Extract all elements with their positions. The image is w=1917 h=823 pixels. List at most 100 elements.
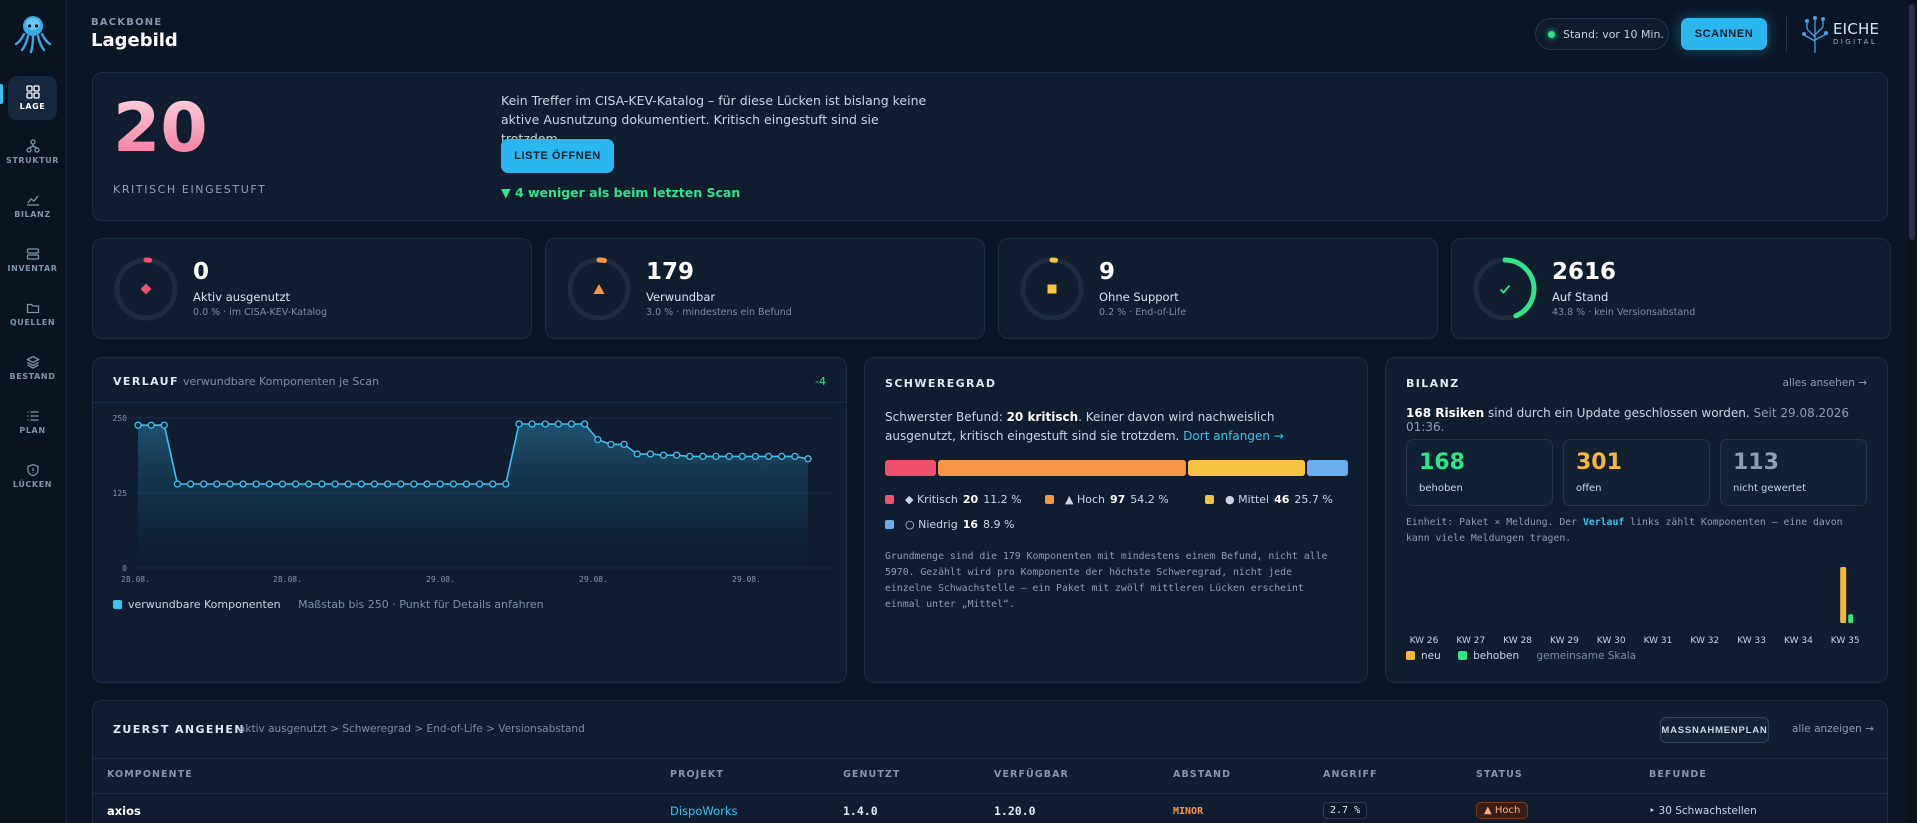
data-point[interactable] xyxy=(489,480,497,488)
sidebar-item-plan[interactable]: PLAN xyxy=(8,400,57,444)
data-point[interactable] xyxy=(804,455,812,463)
data-point[interactable] xyxy=(160,421,168,429)
col-header[interactable]: PROJEKT xyxy=(670,769,724,780)
sidebar-item-quellen[interactable]: QUELLEN xyxy=(8,292,57,336)
bar-fixed[interactable] xyxy=(1848,614,1854,623)
data-point[interactable] xyxy=(397,480,405,488)
data-point[interactable] xyxy=(778,452,786,461)
data-point[interactable] xyxy=(764,452,773,461)
data-point[interactable] xyxy=(672,451,681,459)
data-point[interactable] xyxy=(134,421,142,429)
sidebar-item-lage[interactable]: LAGE xyxy=(8,76,57,120)
box-fixed[interactable]: 168 behoben xyxy=(1406,439,1553,506)
data-point[interactable] xyxy=(213,480,221,488)
data-point[interactable] xyxy=(594,435,602,444)
data-point[interactable] xyxy=(410,480,418,488)
data-point[interactable] xyxy=(633,450,641,458)
data-point[interactable] xyxy=(738,452,746,461)
data-point[interactable] xyxy=(528,420,536,428)
data-point[interactable] xyxy=(567,420,576,428)
bar-new[interactable] xyxy=(1840,567,1847,623)
data-point[interactable] xyxy=(686,452,694,461)
show-all-link[interactable]: alle anzeigen → xyxy=(1792,723,1874,735)
box-unrated[interactable]: 113 nicht gewertet xyxy=(1720,439,1867,506)
data-point[interactable] xyxy=(554,420,563,428)
data-point[interactable] xyxy=(239,480,247,488)
data-point[interactable] xyxy=(436,480,444,488)
data-point[interactable] xyxy=(186,480,195,488)
data-point[interactable] xyxy=(423,480,431,488)
stat-card-eol[interactable]: 9 Ohne Support 0.2 % · End-of-Life xyxy=(998,238,1438,339)
data-point[interactable] xyxy=(712,452,720,461)
cell-komponente[interactable]: axios xyxy=(107,804,141,818)
data-point[interactable] xyxy=(541,420,549,428)
data-point[interactable] xyxy=(515,420,523,428)
severity-segment[interactable] xyxy=(1307,460,1348,476)
data-point[interactable] xyxy=(318,480,326,488)
severity-segment[interactable] xyxy=(885,460,937,476)
cell-befunde[interactable]: ‣ 30 Schwachstellen xyxy=(1649,805,1757,817)
start-here-link[interactable]: Dort anfangen → xyxy=(1183,429,1284,443)
lead-bold: 168 Risiken xyxy=(1406,406,1485,420)
stat-card-vulnerable[interactable]: 179 Verwundbar 3.0 % · mindestens ein Be… xyxy=(545,238,985,339)
data-point[interactable] xyxy=(173,480,182,488)
weekly-bar-chart[interactable]: KW 26 KW 27 KW 28 KW 29 KW 30 KW 31 KW 32 KW 33… xyxy=(1386,553,1887,653)
severity-segment[interactable] xyxy=(1187,460,1306,476)
col-header[interactable]: ANGRIFF xyxy=(1323,769,1378,780)
severity-segment[interactable] xyxy=(938,460,1186,476)
data-point[interactable] xyxy=(291,480,300,488)
data-point[interactable] xyxy=(344,480,352,488)
data-point[interactable] xyxy=(607,440,615,449)
data-point[interactable] xyxy=(502,480,510,488)
data-point[interactable] xyxy=(659,451,668,459)
action-plan-button[interactable]: MASSNAHMENPLAN xyxy=(1660,717,1769,743)
data-point[interactable] xyxy=(357,480,365,488)
x-tick-label: 28.08. xyxy=(121,575,150,584)
data-point[interactable] xyxy=(383,480,392,488)
sidebar-item-bilanz[interactable]: BILANZ xyxy=(8,184,57,228)
data-point[interactable] xyxy=(791,452,799,461)
verlauf-chart[interactable]: 250 125 0 28.08. 28.08. 29.08. 29.08. 29.08. xyxy=(93,402,846,587)
data-point[interactable] xyxy=(200,480,208,488)
severity-bar[interactable] xyxy=(885,460,1348,476)
data-point[interactable] xyxy=(699,452,707,461)
sidebar-item-bestand[interactable]: BESTAND xyxy=(8,346,57,390)
open-list-button[interactable]: LISTE ÖFFNEN xyxy=(501,139,614,173)
data-point[interactable] xyxy=(725,452,733,461)
sidebar-item-label: QUELLEN xyxy=(9,318,56,327)
data-point[interactable] xyxy=(305,480,313,488)
data-point[interactable] xyxy=(751,452,760,461)
col-header[interactable]: STATUS xyxy=(1476,769,1523,780)
sidebar-item-struktur[interactable]: STRUKTUR xyxy=(6,130,58,174)
octopus-logo-icon[interactable] xyxy=(13,12,53,54)
y-tick-label: 0 xyxy=(122,564,127,573)
verlauf-link[interactable]: Verlauf xyxy=(1583,517,1624,528)
col-header[interactable]: KOMPONENTE xyxy=(107,769,193,780)
data-point[interactable] xyxy=(581,420,589,428)
cell-projekt[interactable]: DispoWorks xyxy=(670,804,738,818)
stat-card-exploited[interactable]: 0 Aktiv ausgenutzt 0.0 % · im CISA-KEV-K… xyxy=(92,238,532,339)
data-point[interactable] xyxy=(370,480,379,488)
col-header[interactable]: ABSTAND xyxy=(1173,769,1231,780)
data-point[interactable] xyxy=(331,480,339,488)
data-point[interactable] xyxy=(646,450,655,458)
stat-card-uptodate[interactable]: 2616 Auf Stand 43.8 % · kein Versionsabs… xyxy=(1451,238,1891,339)
data-point[interactable] xyxy=(475,480,484,488)
col-header[interactable]: VERFÜGBAR xyxy=(994,769,1069,780)
data-point[interactable] xyxy=(449,480,457,488)
col-header[interactable]: BEFUNDE xyxy=(1649,769,1707,780)
data-point[interactable] xyxy=(226,480,234,488)
data-point[interactable] xyxy=(462,480,471,488)
data-point[interactable] xyxy=(252,480,260,488)
data-point[interactable] xyxy=(147,421,155,429)
scrollbar-thumb[interactable] xyxy=(1909,4,1915,240)
data-point[interactable] xyxy=(620,440,628,449)
view-all-link[interactable]: alles ansehen → xyxy=(1783,377,1867,389)
box-open[interactable]: 301 offen xyxy=(1563,439,1710,506)
data-point[interactable] xyxy=(278,480,287,488)
col-header[interactable]: GENUTZT xyxy=(843,769,901,780)
scan-button[interactable]: SCANNEN xyxy=(1681,18,1767,50)
sidebar-item-inventar[interactable]: INVENTAR xyxy=(8,238,57,282)
sidebar-item-luecken[interactable]: LÜCKEN xyxy=(8,454,57,498)
data-point[interactable] xyxy=(265,480,274,488)
